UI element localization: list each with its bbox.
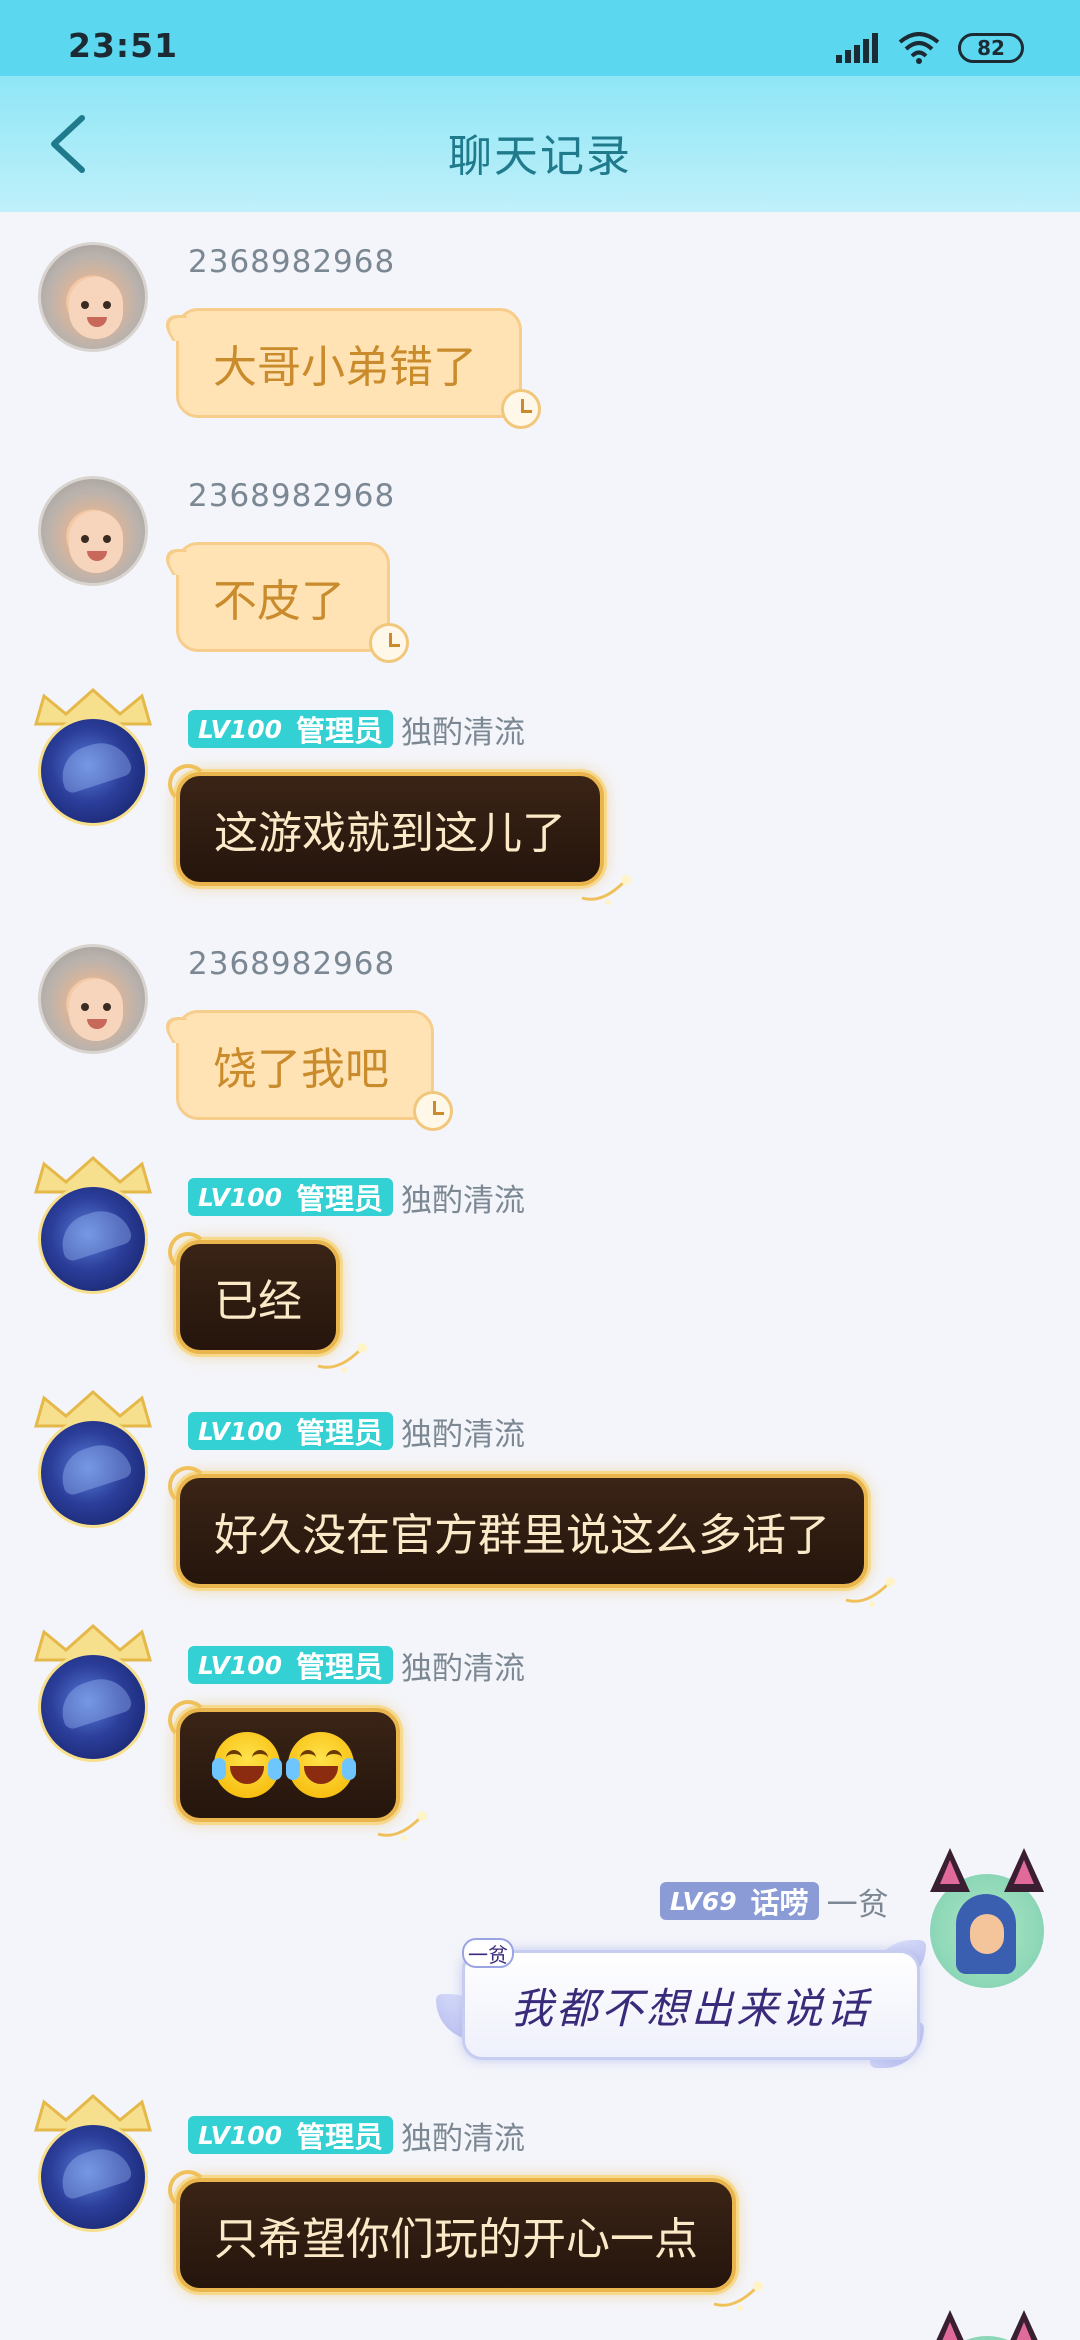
avatar[interactable] [38,716,148,826]
message-text: 这游戏就到这儿了 [214,808,566,859]
tears-of-joy-emoji-icon [286,1732,356,1798]
avatar[interactable] [38,476,148,586]
message-bubble[interactable]: 大哥小弟错了 [157,308,541,429]
status-bar: 23:51 82 [0,0,1080,76]
avatar[interactable] [38,1652,148,1762]
sparkle-icon [581,875,631,905]
role-badge: 管理员 [290,1646,394,1684]
sparkle-icon [845,1577,895,1607]
sparkle-icon [317,1343,367,1373]
avatar[interactable] [930,1848,1044,1988]
role-badge: 管理员 [290,2116,394,2154]
role-badge: 管理员 [290,710,394,748]
level-badge: LV100 [188,710,291,748]
sender-id[interactable]: 2368982968 [188,478,395,514]
message-text: 饶了我吧 [213,1044,389,1095]
clock-icon [369,623,409,663]
nickname: 独酌清流 [401,1650,526,1687]
status-icons: 82 [836,30,1024,66]
header-bar: 聊天记录 [0,76,1080,212]
message-bubble[interactable]: 不皮了 [157,542,409,663]
sparkle-icon [377,1811,427,1841]
message-bubble[interactable] [168,1700,427,1841]
nickname: 独酌清流 [401,1416,526,1453]
message-text: 好久没在官方群里说这么多话了 [214,1510,830,1561]
level-badge: LV100 [188,1412,291,1450]
sparkle-icon [713,2281,763,2311]
chat-history[interactable]: 2368982968 大哥小弟错了 2368982968 不皮了 LV100 管… [0,212,1080,2340]
battery-icon: 82 [958,33,1024,63]
message-bubble[interactable]: 已经 [168,1232,367,1373]
message-bubble[interactable]: 好久没在官方群里说这么多话了 [168,1466,895,1607]
role-badge: 管理员 [290,1178,394,1216]
battery-level: 82 [977,36,1005,60]
page-title: 聊天记录 [448,131,632,182]
sender-id[interactable]: 2368982968 [188,244,395,280]
member-badge[interactable]: LV100 管理员 独酌清流 [188,1178,525,1219]
message-text: 只希望你们玩的开心一点 [214,2214,698,2265]
avatar[interactable] [38,1418,148,1528]
avatar[interactable] [38,1184,148,1294]
avatar[interactable] [38,242,148,352]
member-badge[interactable]: LV100 管理员 独酌清流 [188,710,525,751]
clock-icon [501,389,541,429]
message-bubble[interactable]: 我都不想出来说话 [462,1950,920,2060]
message-text: 已经 [214,1276,302,1327]
member-badge[interactable]: LV100 管理员 独酌清流 [188,1412,525,1453]
role-badge: 管理员 [290,1412,394,1450]
member-badge[interactable]: LV100 管理员 独酌清流 [188,2116,525,2157]
message-bubble[interactable]: 这游戏就到这儿了 [168,764,631,905]
clock-icon [413,1091,453,1131]
avatar[interactable] [38,944,148,1054]
avatar[interactable] [38,2122,148,2232]
status-time: 23:51 [68,26,179,65]
nickname: 独酌清流 [401,1182,526,1219]
member-badge[interactable]: LV100 管理员 独酌清流 [188,1646,525,1687]
level-badge: LV100 [188,2116,291,2154]
level-badge: LV100 [188,1646,291,1684]
message-text: 不皮了 [213,576,345,627]
wifi-icon [898,32,940,64]
message-bubble[interactable]: 饶了我吧 [157,1010,453,1131]
member-badge[interactable]: LV69 话唠 一贫 [660,1882,889,1923]
level-badge: LV69 [660,1882,745,1920]
sender-id[interactable]: 2368982968 [188,946,395,982]
signal-icon [836,33,878,63]
message-bubble[interactable]: 只希望你们玩的开心一点 [168,2170,763,2311]
role-badge: 话唠 [744,1882,819,1920]
message-text: 我都不想出来说话 [510,1983,871,2033]
avatar[interactable] [930,2310,1044,2340]
tears-of-joy-emoji-icon [212,1732,282,1798]
level-badge: LV100 [188,1178,291,1216]
nickname: 独酌清流 [401,2120,526,2157]
nickname: 独酌清流 [401,714,526,751]
bubble-name-tag: 一贫 [462,1938,514,1968]
nickname: 一贫 [826,1886,889,1923]
message-text: 大哥小弟错了 [213,342,477,393]
